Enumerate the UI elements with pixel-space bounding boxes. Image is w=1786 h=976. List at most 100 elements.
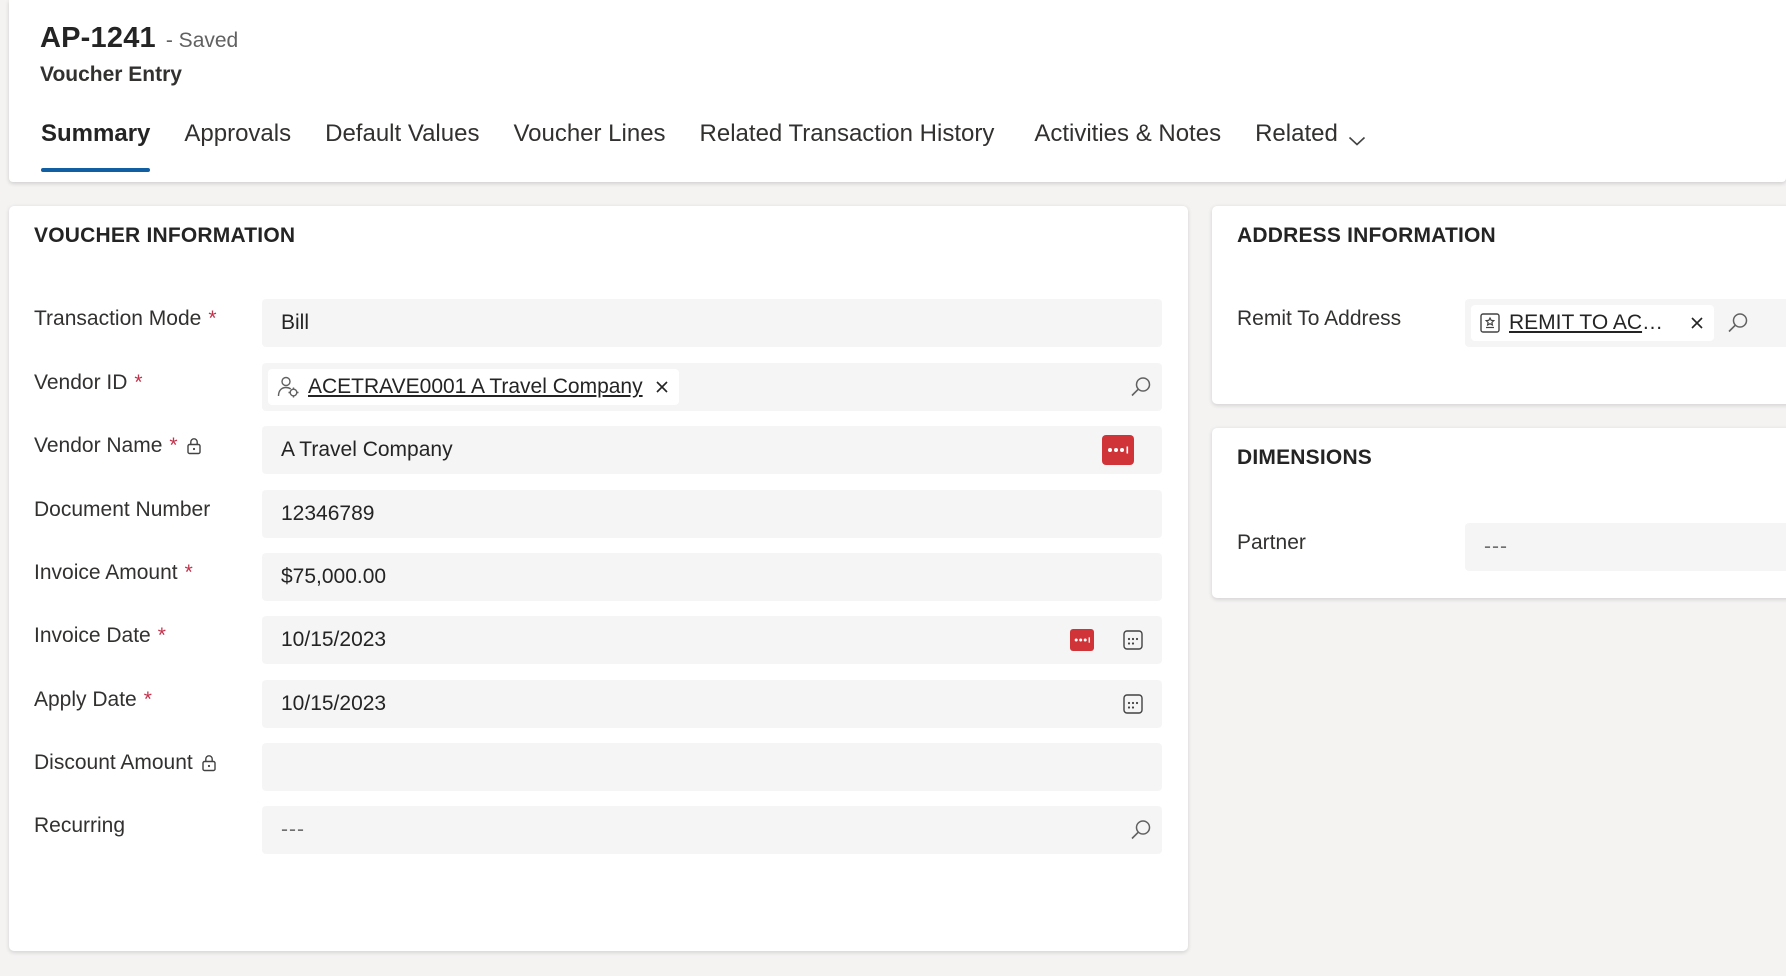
red-badge [1070, 629, 1094, 651]
field-vendor-name: Vendor Name * A Travel Company [34, 426, 1162, 474]
tab-activities-notes[interactable]: Activities & Notes [1034, 120, 1221, 172]
lookup-chip: ACETRAVE0001 A Travel Company [268, 369, 679, 405]
calendar-icon[interactable] [1122, 629, 1144, 651]
section-title: DIMENSIONS [1237, 446, 1373, 469]
entity-name: Voucher Entry [40, 63, 182, 86]
field-value: 10/15/2023 [281, 692, 387, 715]
remove-icon[interactable] [1690, 316, 1704, 330]
lock-icon [201, 754, 217, 772]
tab-approvals[interactable]: Approvals [184, 120, 291, 172]
field-vendor-id: Vendor ID * ACETRAVE0001 A Travel Compan… [34, 363, 1162, 411]
tab-label: Summary [41, 120, 151, 147]
record-title: AP-1241 [40, 22, 156, 54]
label-text: Invoice Amount [34, 561, 178, 584]
lock-icon [186, 437, 202, 455]
field-value: 12346789 [281, 502, 375, 525]
field-label: Transaction Mode * [34, 307, 217, 331]
label-text: Vendor ID [34, 371, 128, 394]
tab-label: Approvals [184, 120, 292, 147]
field-value: Bill [281, 311, 310, 334]
field-value: $75,000.00 [281, 565, 387, 588]
document-number-input[interactable]: 12346789 [262, 490, 1162, 538]
field-label: Remit To Address [1237, 307, 1401, 331]
tab-related[interactable]: Related [1255, 120, 1366, 172]
section-title: VOUCHER INFORMATION [34, 224, 296, 247]
form-header: AP-1241 - Saved Voucher Entry Summary Ap… [9, 0, 1786, 182]
apply-date-input[interactable]: 10/15/2023 [262, 680, 1162, 728]
chevron-down-icon [1348, 126, 1366, 154]
field-recurring: Recurring --- [34, 806, 1162, 854]
field-value: --- [281, 818, 305, 841]
field-transaction-mode: Transaction Mode * Bill [34, 299, 1162, 347]
remit-to-address-lookup[interactable]: REMIT TO ACET... [1465, 299, 1786, 347]
label-text: Document Number [34, 498, 211, 521]
invoice-date-input[interactable]: 10/15/2023 [262, 616, 1162, 664]
required-marker: * [157, 624, 166, 647]
required-marker: * [169, 434, 178, 457]
field-label: Vendor Name * [34, 434, 202, 458]
password-manager-icon[interactable] [1070, 629, 1094, 651]
label-text: Recurring [34, 814, 126, 837]
tab-label: Related [1255, 120, 1338, 147]
remit-to-address-link[interactable]: REMIT TO ACET... [1509, 311, 1674, 335]
field-value: A Travel Company [281, 438, 453, 461]
label-text: Transaction Mode [34, 307, 202, 330]
label-text: Vendor Name [34, 434, 163, 457]
field-label: Discount Amount [34, 751, 217, 775]
invoice-amount-input[interactable]: $75,000.00 [262, 553, 1162, 601]
section-title: ADDRESS INFORMATION [1237, 224, 1496, 247]
address-information-section: ADDRESS INFORMATION Remit To Address REM… [1212, 206, 1786, 404]
red-badge [1102, 435, 1134, 465]
field-label: Document Number [34, 498, 210, 522]
discount-amount-field[interactable] [262, 743, 1162, 791]
tab-voucher-lines[interactable]: Voucher Lines [513, 120, 665, 172]
required-marker: * [208, 307, 217, 330]
field-value: --- [1484, 535, 1508, 558]
tab-summary[interactable]: Summary [41, 120, 151, 172]
field-label: Recurring [34, 814, 125, 838]
required-marker: * [184, 561, 193, 584]
vendor-name-field[interactable]: A Travel Company [262, 426, 1162, 474]
vendor-id-link[interactable]: ACETRAVE0001 A Travel Company [308, 375, 643, 399]
label-text: Apply Date [34, 688, 137, 711]
password-manager-icon[interactable] [1102, 435, 1134, 465]
label-text: Partner [1237, 531, 1306, 554]
tab-label: Related Transaction History [699, 120, 995, 147]
label-text: Discount Amount [34, 751, 193, 774]
field-label: Partner [1237, 531, 1306, 555]
calendar-icon[interactable] [1122, 693, 1144, 715]
field-invoice-date: Invoice Date * 10/15/2023 [34, 616, 1162, 664]
field-discount-amount: Discount Amount [34, 743, 1162, 791]
dimensions-section: DIMENSIONS Partner --- [1212, 428, 1786, 598]
vendor-entity-icon [276, 375, 300, 399]
search-icon[interactable] [1727, 312, 1749, 334]
save-status: - Saved [165, 29, 239, 52]
tab-related-transaction-history[interactable]: Related Transaction History [700, 120, 995, 172]
required-marker: * [134, 371, 143, 394]
address-entity-icon [1479, 312, 1501, 334]
partner-lookup[interactable]: --- [1465, 523, 1786, 571]
recurring-lookup[interactable]: --- [262, 806, 1162, 854]
remove-icon[interactable] [655, 380, 669, 394]
search-icon[interactable] [1130, 376, 1152, 398]
field-remit-to-address: Remit To Address REMIT TO ACET... [1237, 299, 1786, 347]
tab-list: Summary Approvals Default Values Voucher… [41, 120, 1400, 172]
title-row: AP-1241 - Saved [40, 22, 238, 55]
tab-label: Voucher Lines [513, 120, 666, 147]
tab-label: Activities & Notes [1034, 120, 1222, 147]
transaction-mode-select[interactable]: Bill [262, 299, 1162, 347]
field-label: Invoice Date * [34, 624, 166, 648]
field-value: 10/15/2023 [281, 628, 387, 651]
label-text: Invoice Date [34, 624, 151, 647]
field-invoice-amount: Invoice Amount * $75,000.00 [34, 553, 1162, 601]
lookup-chip: REMIT TO ACET... [1471, 305, 1714, 341]
field-label: Apply Date * [34, 688, 152, 712]
tab-default-values[interactable]: Default Values [325, 120, 479, 172]
tab-label: Default Values [325, 120, 480, 147]
search-icon[interactable] [1130, 819, 1152, 841]
required-marker: * [143, 688, 152, 711]
field-apply-date: Apply Date * 10/15/2023 [34, 680, 1162, 728]
field-label: Vendor ID * [34, 371, 143, 395]
vendor-id-lookup[interactable]: ACETRAVE0001 A Travel Company [262, 363, 1162, 411]
field-label: Invoice Amount * [34, 561, 193, 585]
